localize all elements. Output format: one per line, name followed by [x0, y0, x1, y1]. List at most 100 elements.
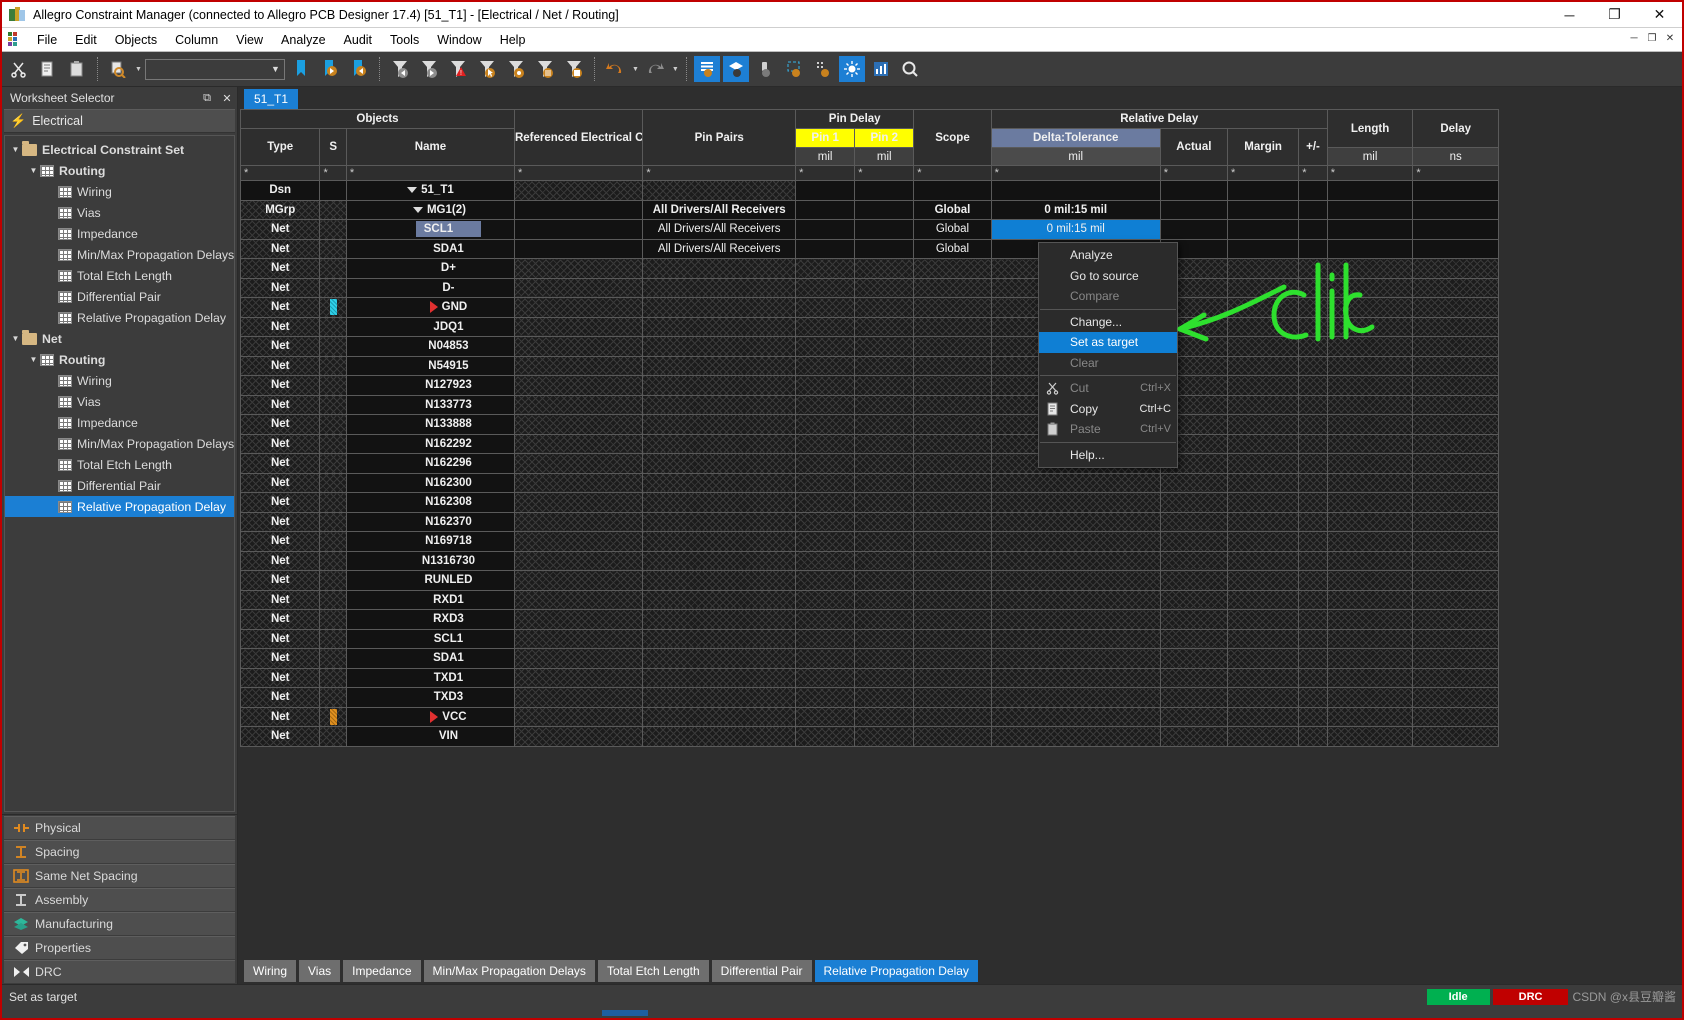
cell-pin1-delay[interactable]: [795, 258, 856, 279]
cell-pin1-delay[interactable]: [795, 687, 856, 708]
context-menu-item-clear[interactable]: Clear: [1039, 353, 1177, 374]
cell-pin-pairs[interactable]: [642, 726, 797, 747]
cell-s[interactable]: [319, 433, 347, 454]
redo-dropdown-arrow[interactable]: ▼: [672, 66, 679, 73]
cell-pin2-delay[interactable]: [854, 297, 915, 318]
cell-margin[interactable]: [1226, 687, 1300, 708]
cell-margin[interactable]: [1226, 219, 1300, 240]
cell-plus-minus[interactable]: [1298, 297, 1328, 318]
cell-delta-tolerance[interactable]: [990, 570, 1161, 591]
cell-pin1-delay[interactable]: [795, 550, 856, 571]
cell-s[interactable]: [319, 258, 347, 279]
cell-actual[interactable]: [1159, 472, 1228, 493]
cell-scope[interactable]: [913, 316, 992, 337]
cell-name[interactable]: SCL1: [345, 219, 515, 240]
tree-item-routing[interactable]: ▼ Routing: [5, 160, 234, 181]
cell-delta-tolerance[interactable]: [990, 531, 1161, 552]
cell-referenced-cset[interactable]: [513, 648, 644, 669]
category-manufacturing[interactable]: Manufacturing: [4, 912, 235, 935]
cell-referenced-cset[interactable]: [513, 219, 644, 240]
cell-pin1-delay[interactable]: [795, 531, 856, 552]
cell-pin-pairs[interactable]: [642, 511, 797, 532]
cell-pin-pairs[interactable]: [642, 355, 797, 376]
cell-pin-pairs[interactable]: All Drivers/All Receivers: [642, 238, 797, 259]
cell-pin-pairs[interactable]: [642, 316, 797, 337]
cell-name[interactable]: SCL1: [345, 628, 515, 649]
tree-item-net[interactable]: ▼ Net: [5, 328, 234, 349]
cell-pin2-delay[interactable]: [854, 219, 915, 240]
cell-pin2-delay[interactable]: [854, 589, 915, 610]
tree-item-vias[interactable]: Vias: [5, 202, 234, 223]
cell-plus-minus[interactable]: [1298, 511, 1328, 532]
cell-type[interactable]: Net: [239, 453, 321, 474]
cell-delay[interactable]: [1412, 238, 1499, 259]
cell-delta-tolerance[interactable]: [990, 472, 1161, 493]
cell-name[interactable]: D+: [345, 258, 515, 279]
cell-referenced-cset[interactable]: [513, 511, 644, 532]
filter-cell[interactable]: *: [1412, 165, 1499, 181]
menu-help[interactable]: Help: [491, 30, 535, 50]
cell-type[interactable]: Net: [239, 648, 321, 669]
cell-s[interactable]: [319, 531, 347, 552]
cell-s[interactable]: [319, 316, 347, 337]
cell-s[interactable]: [319, 589, 347, 610]
cell-s[interactable]: [319, 511, 347, 532]
cell-margin[interactable]: [1226, 531, 1300, 552]
cell-delay[interactable]: [1412, 511, 1499, 532]
cell-delay[interactable]: [1412, 609, 1499, 630]
cell-referenced-cset[interactable]: [513, 667, 644, 688]
tree-item-min-max-propagation-delays[interactable]: Min/Max Propagation Delays: [5, 244, 234, 265]
cell-length[interactable]: [1326, 570, 1414, 591]
menu-window[interactable]: Window: [428, 30, 490, 50]
cell-actual[interactable]: [1159, 648, 1228, 669]
filter-cell[interactable]: *: [990, 165, 1161, 181]
expand-triangle-icon[interactable]: ▼: [9, 334, 22, 343]
mdi-close-button[interactable]: ✕: [1662, 30, 1678, 46]
cell-delay[interactable]: [1412, 433, 1499, 454]
cell-type[interactable]: Net: [239, 609, 321, 630]
cell-pin1-delay[interactable]: [795, 238, 856, 259]
cell-delay[interactable]: [1412, 628, 1499, 649]
filter-cell[interactable]: *: [1159, 165, 1228, 181]
cell-scope[interactable]: [913, 336, 992, 357]
cell-pin2-delay[interactable]: [854, 687, 915, 708]
cell-referenced-cset[interactable]: [513, 238, 644, 259]
filter-select-icon[interactable]: [474, 56, 500, 82]
cell-s[interactable]: [319, 492, 347, 513]
cell-referenced-cset[interactable]: [513, 628, 644, 649]
cell-margin[interactable]: [1226, 336, 1300, 357]
find-dropdown-arrow[interactable]: ▼: [135, 66, 142, 73]
cell-pin1-delay[interactable]: [795, 433, 856, 454]
cell-pin-pairs[interactable]: [642, 180, 797, 201]
table-row[interactable]: Net N54915: [239, 355, 1499, 376]
cell-pin-pairs[interactable]: [642, 375, 797, 396]
cell-delay[interactable]: [1412, 726, 1499, 747]
cell-plus-minus[interactable]: [1298, 316, 1328, 337]
cell-length[interactable]: [1326, 433, 1414, 454]
cell-name[interactable]: N162308: [345, 492, 515, 513]
cell-scope[interactable]: [913, 472, 992, 493]
table-row[interactable]: Net N162300: [239, 472, 1499, 493]
cell-plus-minus[interactable]: [1298, 589, 1328, 610]
cell-pin1-delay[interactable]: [795, 219, 856, 240]
cell-name[interactable]: TXD1: [345, 667, 515, 688]
cell-name[interactable]: VCC: [345, 706, 515, 727]
filter-cell[interactable]: *: [854, 165, 915, 181]
cell-scope[interactable]: [913, 297, 992, 318]
cell-plus-minus[interactable]: [1298, 628, 1328, 649]
cell-plus-minus[interactable]: [1298, 726, 1328, 747]
cell-scope[interactable]: [913, 648, 992, 669]
cell-plus-minus[interactable]: [1298, 687, 1328, 708]
cell-type[interactable]: Net: [239, 297, 321, 318]
cell-name[interactable]: N1316730: [345, 550, 515, 571]
cell-delay[interactable]: [1412, 706, 1499, 727]
cell-referenced-cset[interactable]: [513, 258, 644, 279]
cell-pin-pairs[interactable]: [642, 336, 797, 357]
cell-pin-pairs[interactable]: [642, 648, 797, 669]
cell-referenced-cset[interactable]: [513, 394, 644, 415]
cell-pin1-delay[interactable]: [795, 492, 856, 513]
cell-pin2-delay[interactable]: [854, 433, 915, 454]
table-row[interactable]: Net SCL1: [239, 628, 1499, 649]
cell-delta-tolerance[interactable]: [990, 667, 1161, 688]
cell-s[interactable]: [319, 219, 347, 240]
